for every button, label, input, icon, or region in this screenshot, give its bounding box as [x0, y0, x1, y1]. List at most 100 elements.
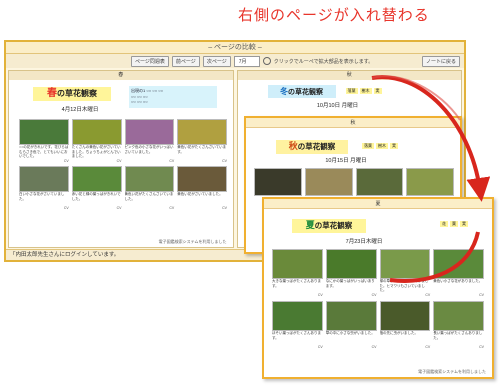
- month-select[interactable]: 7月: [233, 55, 260, 67]
- photo-note: 赤い花と緑の葉っぱがきれいでした。: [71, 192, 121, 201]
- right-pane-label: 秋: [237, 71, 461, 80]
- notebook-button[interactable]: ノートに戻る: [421, 55, 460, 67]
- photo-card[interactable]: 緑の草がたくさんはえていました。ヒマワリもさいていました。 CV: [379, 249, 431, 297]
- cv-tag: CV: [317, 293, 323, 297]
- cv-tag: CV: [371, 345, 377, 349]
- left-pane: 春 春の草花観察 4月12日木曜日 出現の1 ○○ ○○ ○○ ○○ ○○ ○○…: [8, 70, 234, 248]
- photo-note: 大きな葉っぱがたくさんあります。: [272, 279, 321, 288]
- cv-tag: CV: [222, 159, 227, 163]
- flower-photo: [177, 119, 227, 145]
- summer-legend: 花 葉 実: [440, 221, 468, 227]
- photo-card[interactable]: [254, 168, 302, 196]
- flower-photo: [124, 166, 175, 192]
- spring-title-big: 春: [47, 88, 57, 99]
- photo-card[interactable]: ○○の花がきれいです。花びらはむらさき色で、とてもいいにおいでした。 CV: [19, 119, 69, 163]
- spring-title-rest: の草花観察: [57, 89, 97, 98]
- autumn-title: 秋の草花観察: [276, 140, 348, 154]
- this-week-button[interactable]: ページ同週表: [131, 55, 169, 67]
- photo-note: 黄色い花がさいていました。: [177, 192, 223, 196]
- summer-page: 夏 夏の草花観察 7月23日木曜日 花 葉 実 大きな葉っぱがたくさんあります。…: [262, 197, 494, 379]
- flower-photo: [19, 166, 69, 192]
- flower-photo: [177, 166, 227, 192]
- photo-note: 白い小さな花がさいていました。: [19, 192, 65, 201]
- spring-date: 4月12日木曜日: [61, 107, 99, 113]
- photo-card[interactable]: ほそい葉っぱがたくさんあります。 CV: [272, 301, 323, 349]
- left-pane-label: 春: [9, 71, 233, 80]
- photo-note: ○○の花がきれいです。花びらはむらさき色で、とてもいいにおいでした。: [19, 145, 69, 158]
- plant-photo: [272, 301, 323, 331]
- cv-tag: CV: [425, 345, 431, 349]
- plant-photo: [272, 249, 323, 279]
- photo-note: 草の中に小さな虫がいました。: [325, 331, 375, 335]
- summer-title: 夏の草花観察: [292, 219, 366, 233]
- photo-note: なにかの葉っぱがいっぱいあります。: [325, 279, 375, 288]
- photo-card[interactable]: 赤い花と緑の葉っぱがきれいでした。 CV: [71, 166, 122, 210]
- photo-card[interactable]: [355, 168, 404, 196]
- legend-item: 実: [390, 143, 398, 149]
- photo-card[interactable]: たくさんの黄色い花がさいていました。ちょうちょがとんでいました。 CV: [71, 119, 122, 163]
- magnifier-icon[interactable]: [262, 57, 271, 65]
- photo-note: 長い葉っぱがたくさんありました。: [433, 331, 483, 340]
- photo-card[interactable]: 黄色い小さな花がありました。 CV: [433, 249, 484, 297]
- spring-footnote: 電子図鑑検索システムを利用しました: [158, 239, 227, 244]
- photo-card[interactable]: なにかの葉っぱがいっぱいあります。 CV: [325, 249, 377, 297]
- plant-photo: [433, 301, 484, 331]
- winter-legend: 落葉 樹木 実: [345, 88, 382, 94]
- flower-photo: [124, 119, 175, 145]
- photo-card[interactable]: 黄色い花がさいていました。 CV: [177, 166, 227, 210]
- photo-note: ほそい葉っぱがたくさんあります。: [272, 331, 321, 340]
- photo-card[interactable]: 白い小さな花がさいていました。 CV: [19, 166, 69, 210]
- summer-title-rest: の草花観察: [314, 221, 353, 230]
- spring-photo-grid: ○○の花がきれいです。花びらはむらさき色で、とてもいいにおいでした。 CV たくさ…: [19, 119, 227, 210]
- winter-title-rest: の草花観察: [288, 88, 323, 96]
- photo-card[interactable]: [406, 168, 454, 196]
- plant-photo: [325, 301, 377, 331]
- photo-card[interactable]: 大きな葉っぱがたくさんあります。 CV: [272, 249, 323, 297]
- photo-note: たくさんの黄色い花がさいていました。ちょうちょがとんでいました。: [71, 145, 121, 158]
- photo-note: 黄色い花がたくさんさいています。: [177, 145, 227, 154]
- legend-item: 実: [373, 88, 382, 94]
- photo-card[interactable]: 指の先に虫がいました。 CV: [379, 301, 431, 349]
- prev-page-button[interactable]: 前ページ: [171, 55, 200, 67]
- cv-tag: CV: [63, 206, 69, 210]
- cv-tag: CV: [222, 206, 227, 210]
- photo-card[interactable]: 黄色い花がたくさんさいていました。 CV: [124, 166, 175, 210]
- photo-card[interactable]: [304, 168, 353, 196]
- legend-item: 落葉: [362, 143, 374, 149]
- spring-info: 出現の1 ○○ ○○ ○○ ○○ ○○ ○○ ○○ ○○ ○○: [129, 86, 217, 108]
- caption: 右側のページが入れ替わる: [238, 6, 430, 24]
- photo-note: ピンク色の小さな花がいっぱいさいていました。: [124, 145, 174, 154]
- photo-card[interactable]: 長い葉っぱがたくさんありました。 CV: [433, 301, 484, 349]
- photo-card[interactable]: 草の中に小さな虫がいました。 CV: [325, 301, 377, 349]
- summer-date: 7月23日木曜日: [345, 239, 383, 245]
- plant-photo: [406, 168, 454, 196]
- winter-title: 冬の草花観察: [267, 85, 336, 98]
- autumn-date: 10月15日 月曜日: [325, 158, 367, 164]
- summer-photo-grid: 大きな葉っぱがたくさんあります。 CV なにかの葉っぱがいっぱいあります。 CV 緑…: [272, 249, 484, 349]
- next-page-button[interactable]: 次ページ: [202, 55, 231, 67]
- cv-tag: CV: [371, 293, 377, 297]
- winter-title-big: 冬: [280, 87, 288, 96]
- legend-item: 葉: [450, 221, 458, 227]
- legend-item: 落葉: [345, 88, 358, 94]
- toolbar: ページ同週表 前ページ 次ページ 7月 クリックでルーペで拡大部品を表示します。…: [6, 54, 464, 68]
- photo-card[interactable]: ピンク色の小さな花がいっぱいさいていました。 CV: [124, 119, 175, 163]
- plant-photo: [355, 168, 404, 196]
- winter-date: 10月10日 月曜日: [316, 103, 359, 109]
- plant-photo: [433, 249, 484, 279]
- cv-tag: CV: [479, 345, 484, 349]
- plant-photo: [379, 249, 431, 279]
- legend-item: 樹木: [376, 143, 388, 149]
- legend-item: 花: [440, 221, 448, 227]
- window-title: – ページの比較 –: [6, 42, 464, 54]
- plant-photo: [379, 301, 431, 331]
- photo-card[interactable]: 黄色い花がたくさんさいています。 CV: [177, 119, 227, 163]
- flower-photo: [19, 119, 69, 145]
- autumn-title-rest: の草花観察: [297, 142, 336, 151]
- autumn-legend: 落葉 樹木 実: [362, 143, 398, 149]
- cv-tag: CV: [116, 159, 122, 163]
- flower-photo: [71, 119, 122, 145]
- summer-footnote: 電子図鑑検索システムを利用しました: [418, 369, 486, 374]
- legend-item: 樹木: [359, 88, 372, 94]
- autumn-title-big: 秋: [288, 142, 298, 152]
